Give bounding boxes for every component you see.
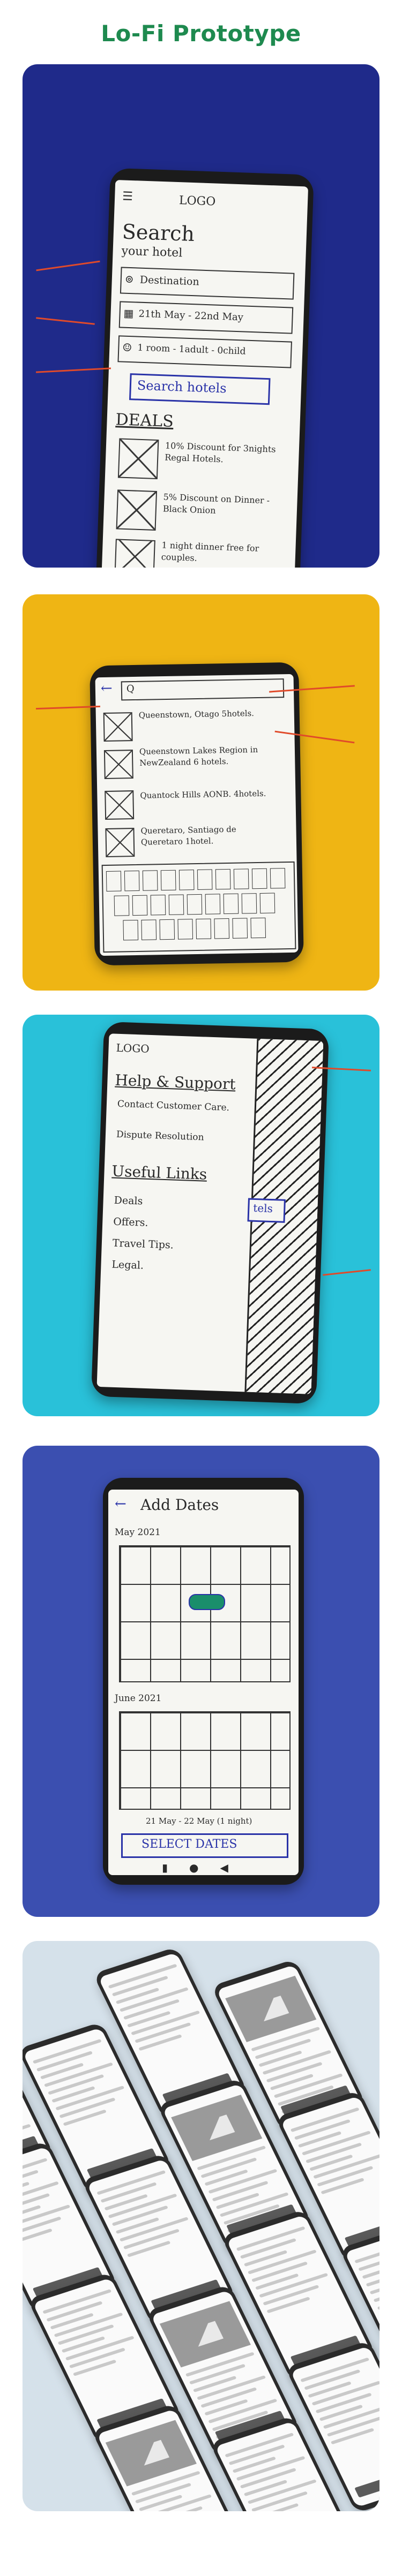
month-label: May 2021 [115,1527,161,1538]
result-image [103,712,133,742]
annotation-arrow [323,1269,371,1276]
keyboard-key[interactable] [168,894,184,915]
result-text[interactable]: Queretaro, Santiago de Queretaro 1hotel. [140,823,275,848]
calendar-icon: ▦ [123,306,134,320]
keyboard-key[interactable] [132,895,148,916]
phone-screen: ☰ LOGO Search your hotel ⊚ Destination ▦… [101,179,309,568]
deals-heading: DEALS [115,410,174,431]
deal-text: 5% Discount on Dinner - Black Onion [162,492,270,516]
annotation-arrow [36,260,100,271]
sketch-card-search: ☰ LOGO Search your hotel ⊚ Destination ▦… [23,64,379,568]
result-image [105,828,135,857]
menu-icon[interactable]: ☰ [122,190,133,203]
phone-screen: ← Add Dates May 2021 June 2021 21 May - … [108,1490,299,1875]
keyboard-key[interactable] [259,893,276,913]
annotation-arrow [36,317,95,325]
phone-frame: ☰ LOGO Search your hotel ⊚ Destination ▦… [95,168,314,568]
keyboard-key[interactable] [178,870,195,890]
keyboard-key[interactable] [196,918,212,940]
deal-image [114,539,155,568]
link-item[interactable]: Travel Tips. [113,1237,174,1251]
keyboard-key[interactable] [123,919,139,941]
deal-image [116,489,158,531]
search-subheading: your hotel [121,244,183,260]
keyboard-keys [95,674,294,941]
keyboard-key[interactable] [232,918,248,939]
search-heading: Search [122,220,195,246]
wireframe-collage [23,1941,379,2511]
selected-range[interactable] [189,1594,225,1610]
search-hotels-label: Search hotels [137,377,227,396]
keyboard-key[interactable] [214,918,230,939]
location-icon: ⊚ [124,272,135,286]
logo: LOGO [178,194,216,209]
guests-icon: ☺ [122,341,132,354]
keyboard-key[interactable] [160,870,176,891]
back-arrow-icon[interactable]: ← [115,1496,126,1512]
nav-bar: ▮●◀ [162,1861,250,1874]
keyboard-key[interactable] [197,869,213,890]
sketch-card-menu: LOGO Help & Support Contact Customer Car… [23,1015,379,1416]
wireframe-phones [23,1941,379,2511]
result-text[interactable]: Queenstown Lakes Region in NewZealand 6 … [139,744,274,768]
select-dates-label: SELECT DATES [142,1838,237,1851]
deal-text: 10% Discount for 3nights Regal Hotels. [164,440,276,465]
text-line-placeholder [23,2228,53,2245]
keyboard-key[interactable] [205,894,221,915]
text-line-placeholder [354,2238,379,2264]
keyboard-key[interactable] [141,919,157,940]
keyboard-key[interactable] [233,868,249,889]
button-placeholder [354,2466,379,2498]
overlay-button-label: tels [252,1201,273,1215]
keyboard-key[interactable] [177,919,193,940]
destination-text: Destination [139,274,200,288]
help-item[interactable]: Contact Customer Care. [117,1098,236,1114]
keyboard-key[interactable] [114,895,130,916]
result-image [105,790,135,820]
month-label: June 2021 [115,1693,162,1704]
back-arrow-icon[interactable]: ← [101,681,113,697]
search-input[interactable] [121,678,285,701]
page-title: Lo-Fi Prototype [101,20,301,47]
sketch-card-results: ← Q Queenstown, Otago 5hotels. Queenstow… [23,594,379,991]
result-text[interactable]: Queenstown, Otago 5hotels. [139,707,273,721]
help-item[interactable]: Dispute Resolution [116,1129,204,1143]
deal-text: 1 night dinner free for couples. [161,540,259,563]
keyboard-key[interactable] [150,895,166,916]
deal-image [117,438,159,480]
keyboard-key[interactable] [106,871,122,892]
search-query: Q [126,683,135,695]
calendar-grid[interactable] [119,1545,291,1682]
keyboard-key[interactable] [124,870,140,892]
logo: LOGO [116,1041,150,1055]
phone-screen: ← Q Queenstown, Otago 5hotels. Queenstow… [95,674,299,956]
keyboard-key[interactable] [270,868,286,889]
phone-frame: LOGO Help & Support Contact Customer Car… [91,1021,330,1404]
phone-screen: LOGO Help & Support Contact Customer Car… [96,1033,324,1394]
keyboard-key[interactable] [223,893,239,915]
phone-frame: ← Q Queenstown, Otago 5hotels. Queenstow… [90,662,304,966]
link-item[interactable]: Deals [114,1195,143,1207]
result-text[interactable]: Quantock Hills AONB. 4hotels. [140,788,274,801]
screen-title: Add Dates [140,1496,219,1514]
keyboard-key[interactable] [241,893,257,914]
calendar-grid[interactable] [119,1711,291,1810]
keyboard-key[interactable] [142,870,158,891]
keyboard-key[interactable] [250,917,266,939]
sketch-card-dates: ← Add Dates May 2021 June 2021 21 May - … [23,1446,379,1917]
links-heading: Useful Links [111,1162,207,1183]
keyboard-key[interactable] [159,919,175,940]
date-range-text: 21 May - 22 May (1 night) [146,1816,252,1826]
link-item[interactable]: Legal. [111,1259,144,1272]
keyboard-key[interactable] [215,868,231,890]
keyboard-key[interactable] [187,894,203,915]
link-item[interactable]: Offers. [113,1216,148,1229]
help-heading: Help & Support [114,1071,236,1093]
result-image [103,750,133,779]
phone-frame: ← Add Dates May 2021 June 2021 21 May - … [103,1478,304,1885]
annotation-arrow [36,367,111,373]
keyboard-key[interactable] [251,868,267,889]
